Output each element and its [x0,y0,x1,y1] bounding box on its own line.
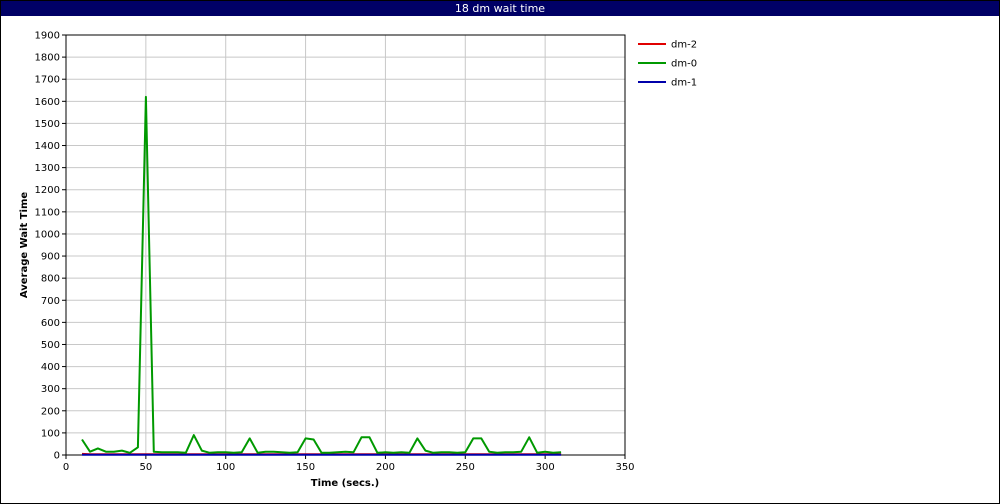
axis-ticks: 0 50 100 150 200 250 300 350 0 100 200 300 400 500 600… [35,31,635,474]
x-tick-label: 100 [216,462,235,473]
x-tick-label: 200 [376,462,395,473]
y-tick-label: 800 [41,274,60,285]
y-tick-label: 1200 [35,185,60,196]
y-tick-label: 200 [41,406,60,417]
y-tick-label: 500 [41,340,60,351]
y-tick-label: 1400 [35,141,60,152]
x-tick-label: 50 [139,462,152,473]
x-axis-label: Time (secs.) [311,478,380,489]
y-tick-label: 600 [41,318,60,329]
y-tick-label: 0 [54,451,60,462]
y-tick-label: 300 [41,384,60,395]
x-tick-label: 350 [615,462,634,473]
series-lines [81,95,562,456]
y-tick-label: 100 [41,428,60,439]
x-tick-label: 150 [296,462,315,473]
y-tick-label: 1300 [35,163,60,174]
y-tick-label: 1600 [35,97,60,108]
y-tick-label: 700 [41,296,60,307]
legend: dm-2 dm-0 dm-1 [638,40,697,89]
legend-label-dm-0: dm-0 [671,59,697,70]
y-axis-label: Average Wait Time [19,192,30,299]
y-tick-label: 900 [41,252,60,263]
y-tick-label: 1900 [35,31,60,42]
y-tick-label: 1800 [35,53,60,64]
y-tick-label: 1000 [35,229,60,240]
y-tick-label: 1500 [35,119,60,130]
x-tick-label: 250 [456,462,475,473]
legend-label-dm-2: dm-2 [671,40,697,51]
y-tick-label: 1100 [35,207,60,218]
y-tick-label: 1700 [35,75,60,86]
legend-label-dm-1: dm-1 [671,78,697,89]
chart-canvas: 0 50 100 150 200 250 300 350 0 100 200 300 400 500 600… [19,31,697,490]
x-tick-label: 0 [63,462,69,473]
y-tick-label: 400 [41,362,60,373]
series-line-dm-0 [81,95,562,454]
x-tick-label: 300 [536,462,555,473]
